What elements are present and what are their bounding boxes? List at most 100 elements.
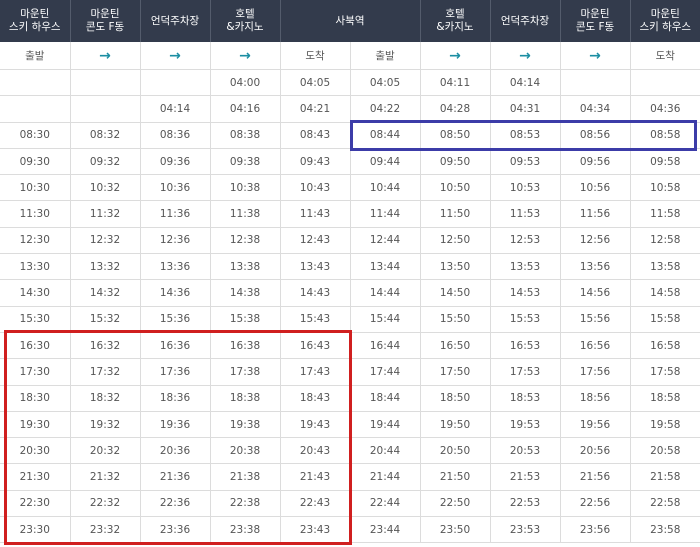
time-cell: 11:44 xyxy=(350,200,421,228)
time-cell: 22:58 xyxy=(630,490,700,518)
time-cell: 11:30 xyxy=(0,200,71,228)
time-cell: 16:30 xyxy=(0,332,71,360)
time-cell: 12:36 xyxy=(140,227,211,255)
time-cell: 11:53 xyxy=(490,200,561,228)
time-cell: 10:53 xyxy=(490,174,561,202)
time-cell: 10:58 xyxy=(630,174,700,202)
time-cell: 22:44 xyxy=(350,490,421,518)
time-cell: 09:38 xyxy=(210,148,281,176)
table-row: 04:00 04:05 04:05 04:11 04:14 xyxy=(0,69,700,97)
time-cell: 18:50 xyxy=(420,385,491,412)
right-arrow-icon: → xyxy=(490,42,561,70)
header-hotel-casino-return: 호텔 &카지노 xyxy=(419,0,491,42)
time-cell: 10:56 xyxy=(560,174,631,202)
time-cell: 10:38 xyxy=(210,174,281,202)
time-cell: 15:53 xyxy=(490,306,561,333)
time-cell: 18:36 xyxy=(140,385,211,412)
table-row: 12:30 12:32 12:36 12:38 12:43 12:44 12:50 12:53… xyxy=(0,227,700,255)
time-cell: 12:53 xyxy=(490,227,561,255)
table-row: 18:30 18:32 18:36 18:38 18:43 18:44 18:50 18:53… xyxy=(0,385,700,412)
time-cell: 04:22 xyxy=(350,95,421,123)
table-row: 21:30 21:32 21:36 21:38 21:43 21:44 21:50 21:53… xyxy=(0,463,700,491)
time-cell: 04:05 xyxy=(280,69,351,97)
time-cell: 16:38 xyxy=(210,332,281,360)
time-cell: 08:44 xyxy=(350,122,421,149)
time-cell: 23:38 xyxy=(210,516,281,544)
time-cell: 11:50 xyxy=(420,200,491,228)
time-cell: 14:30 xyxy=(0,279,71,307)
time-cell: 22:38 xyxy=(210,490,281,518)
time-cell: 13:44 xyxy=(350,253,421,281)
time-cell: 13:50 xyxy=(420,253,491,281)
time-cell: 21:56 xyxy=(560,463,631,491)
table-row: 17:30 17:32 17:36 17:38 17:43 17:44 17:50 17:53… xyxy=(0,358,700,386)
time-cell: 20:36 xyxy=(140,437,211,465)
time-cell: 04:34 xyxy=(560,95,631,123)
label-arrive: 도착 xyxy=(630,42,700,70)
time-cell: 17:53 xyxy=(490,358,561,386)
table-row: 15:30 15:32 15:36 15:38 15:43 15:44 15:50 15:53… xyxy=(0,306,700,333)
time-cell: 19:32 xyxy=(70,411,141,439)
time-cell: 14:53 xyxy=(490,279,561,307)
time-cell: 18:30 xyxy=(0,385,71,412)
time-cell: 09:58 xyxy=(630,148,700,176)
time-cell: 19:44 xyxy=(350,411,421,439)
time-cell: 08:32 xyxy=(70,122,141,149)
time-cell: 21:50 xyxy=(420,463,491,491)
time-cell: 14:38 xyxy=(210,279,281,307)
time-cell: 15:43 xyxy=(280,306,351,333)
time-cell: 21:58 xyxy=(630,463,700,491)
time-cell: 14:44 xyxy=(350,279,421,307)
time-cell: 19:30 xyxy=(0,411,71,439)
time-cell: 10:32 xyxy=(70,174,141,202)
header-mountain-condo-f-return: 마운틴 콘도 F동 xyxy=(559,0,631,42)
time-cell: 21:36 xyxy=(140,463,211,491)
time-cell: 17:32 xyxy=(70,358,141,386)
time-cell: 04:14 xyxy=(140,95,211,123)
table-row: 20:30 20:32 20:36 20:38 20:43 20:44 20:50 20:53… xyxy=(0,437,700,465)
time-cell: 17:50 xyxy=(420,358,491,386)
time-cell: 23:32 xyxy=(70,516,141,544)
time-cell: 08:30 xyxy=(0,122,71,149)
time-cell: 13:58 xyxy=(630,253,700,281)
time-cell: 04:28 xyxy=(420,95,491,123)
time-cell: 04:05 xyxy=(350,69,421,97)
time-cell: 10:43 xyxy=(280,174,351,202)
time-cell: 11:43 xyxy=(280,200,351,228)
time-cell: 09:30 xyxy=(0,148,71,176)
time-cell: 10:50 xyxy=(420,174,491,202)
time-cell: 19:38 xyxy=(210,411,281,439)
time-cell: 18:43 xyxy=(280,385,351,412)
right-arrow-icon: → xyxy=(560,42,631,70)
time-cell: 12:50 xyxy=(420,227,491,255)
time-cell: 15:58 xyxy=(630,306,700,333)
time-cell: 13:32 xyxy=(70,253,141,281)
time-cell: 20:38 xyxy=(210,437,281,465)
time-cell: 22:32 xyxy=(70,490,141,518)
table-row: 19:30 19:32 19:36 19:38 19:43 19:44 19:50 19:53… xyxy=(0,411,700,439)
time-cell: 22:56 xyxy=(560,490,631,518)
time-cell: 14:32 xyxy=(70,279,141,307)
time-cell: 15:56 xyxy=(560,306,631,333)
right-arrow-icon: → xyxy=(70,42,141,70)
time-cell: 21:43 xyxy=(280,463,351,491)
table-row: 09:30 09:32 09:36 09:38 09:43 09:44 09:50 09:53… xyxy=(0,148,700,176)
time-cell xyxy=(0,69,71,97)
time-cell xyxy=(630,69,700,97)
time-cell xyxy=(140,69,211,97)
time-cell: 17:43 xyxy=(280,358,351,386)
time-cell: 12:30 xyxy=(0,227,71,255)
time-cell: 13:36 xyxy=(140,253,211,281)
time-cell: 15:32 xyxy=(70,306,141,333)
time-cell: 17:44 xyxy=(350,358,421,386)
header-hotel-casino-depart: 호텔 &카지노 xyxy=(209,0,280,42)
time-cell xyxy=(560,69,631,97)
time-cell: 17:36 xyxy=(140,358,211,386)
time-cell: 22:50 xyxy=(420,490,491,518)
time-cell: 04:16 xyxy=(210,95,281,123)
time-cell: 09:44 xyxy=(350,148,421,176)
time-cell: 04:21 xyxy=(280,95,351,123)
time-cell: 09:53 xyxy=(490,148,561,176)
label-depart: 출발 xyxy=(0,42,71,70)
time-cell: 20:58 xyxy=(630,437,700,465)
